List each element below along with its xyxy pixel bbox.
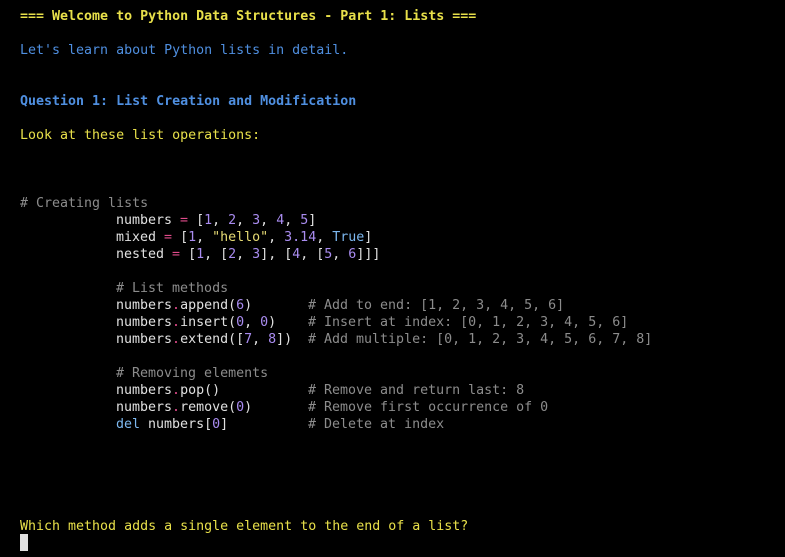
comment-removing-elements: # Removing elements (116, 366, 269, 381)
terminal-window[interactable]: === Welcome to Python Data Structures - … (0, 0, 785, 557)
comment-remove: # Remove first occurrence of 0 (308, 400, 549, 415)
comment-append: # Add to end: [1, 2, 3, 4, 5, 6] (308, 298, 565, 313)
question-prompt: Look at these list operations: (20, 128, 261, 143)
code-line-extend: numbers.extend([7, 8]) (116, 332, 293, 347)
code-line-mixed: mixed = [1, "hello", 3.14, True] (116, 230, 373, 245)
comment-creating-lists: # Creating lists (20, 196, 149, 211)
code-line-pop: numbers.pop() (116, 383, 221, 398)
comment-del: # Delete at index (308, 417, 445, 432)
code-line-numbers: numbers = [1, 2, 3, 4, 5] (116, 213, 317, 228)
code-line-append: numbers.append(6) (116, 298, 253, 313)
question-heading: Question 1: List Creation and Modificati… (20, 94, 357, 109)
code-line-del: del numbers[0] (116, 417, 229, 432)
comment-insert: # Insert at index: [0, 1, 2, 3, 4, 5, 6] (308, 315, 629, 330)
intro-text: Let's learn about Python lists in detail… (20, 43, 349, 58)
comment-extend: # Add multiple: [0, 1, 2, 3, 4, 5, 6, 7,… (308, 332, 653, 347)
input-cursor[interactable] (20, 534, 28, 551)
welcome-banner: === Welcome to Python Data Structures - … (20, 9, 477, 24)
question-ask: Which method adds a single element to th… (20, 519, 469, 534)
code-line-remove: numbers.remove(0) (116, 400, 253, 415)
comment-list-methods: # List methods (116, 281, 229, 296)
comment-pop: # Remove and return last: 8 (308, 383, 525, 398)
code-line-insert: numbers.insert(0, 0) (116, 315, 277, 330)
code-line-nested: nested = [1, [2, 3], [4, [5, 6]]] (116, 247, 381, 262)
